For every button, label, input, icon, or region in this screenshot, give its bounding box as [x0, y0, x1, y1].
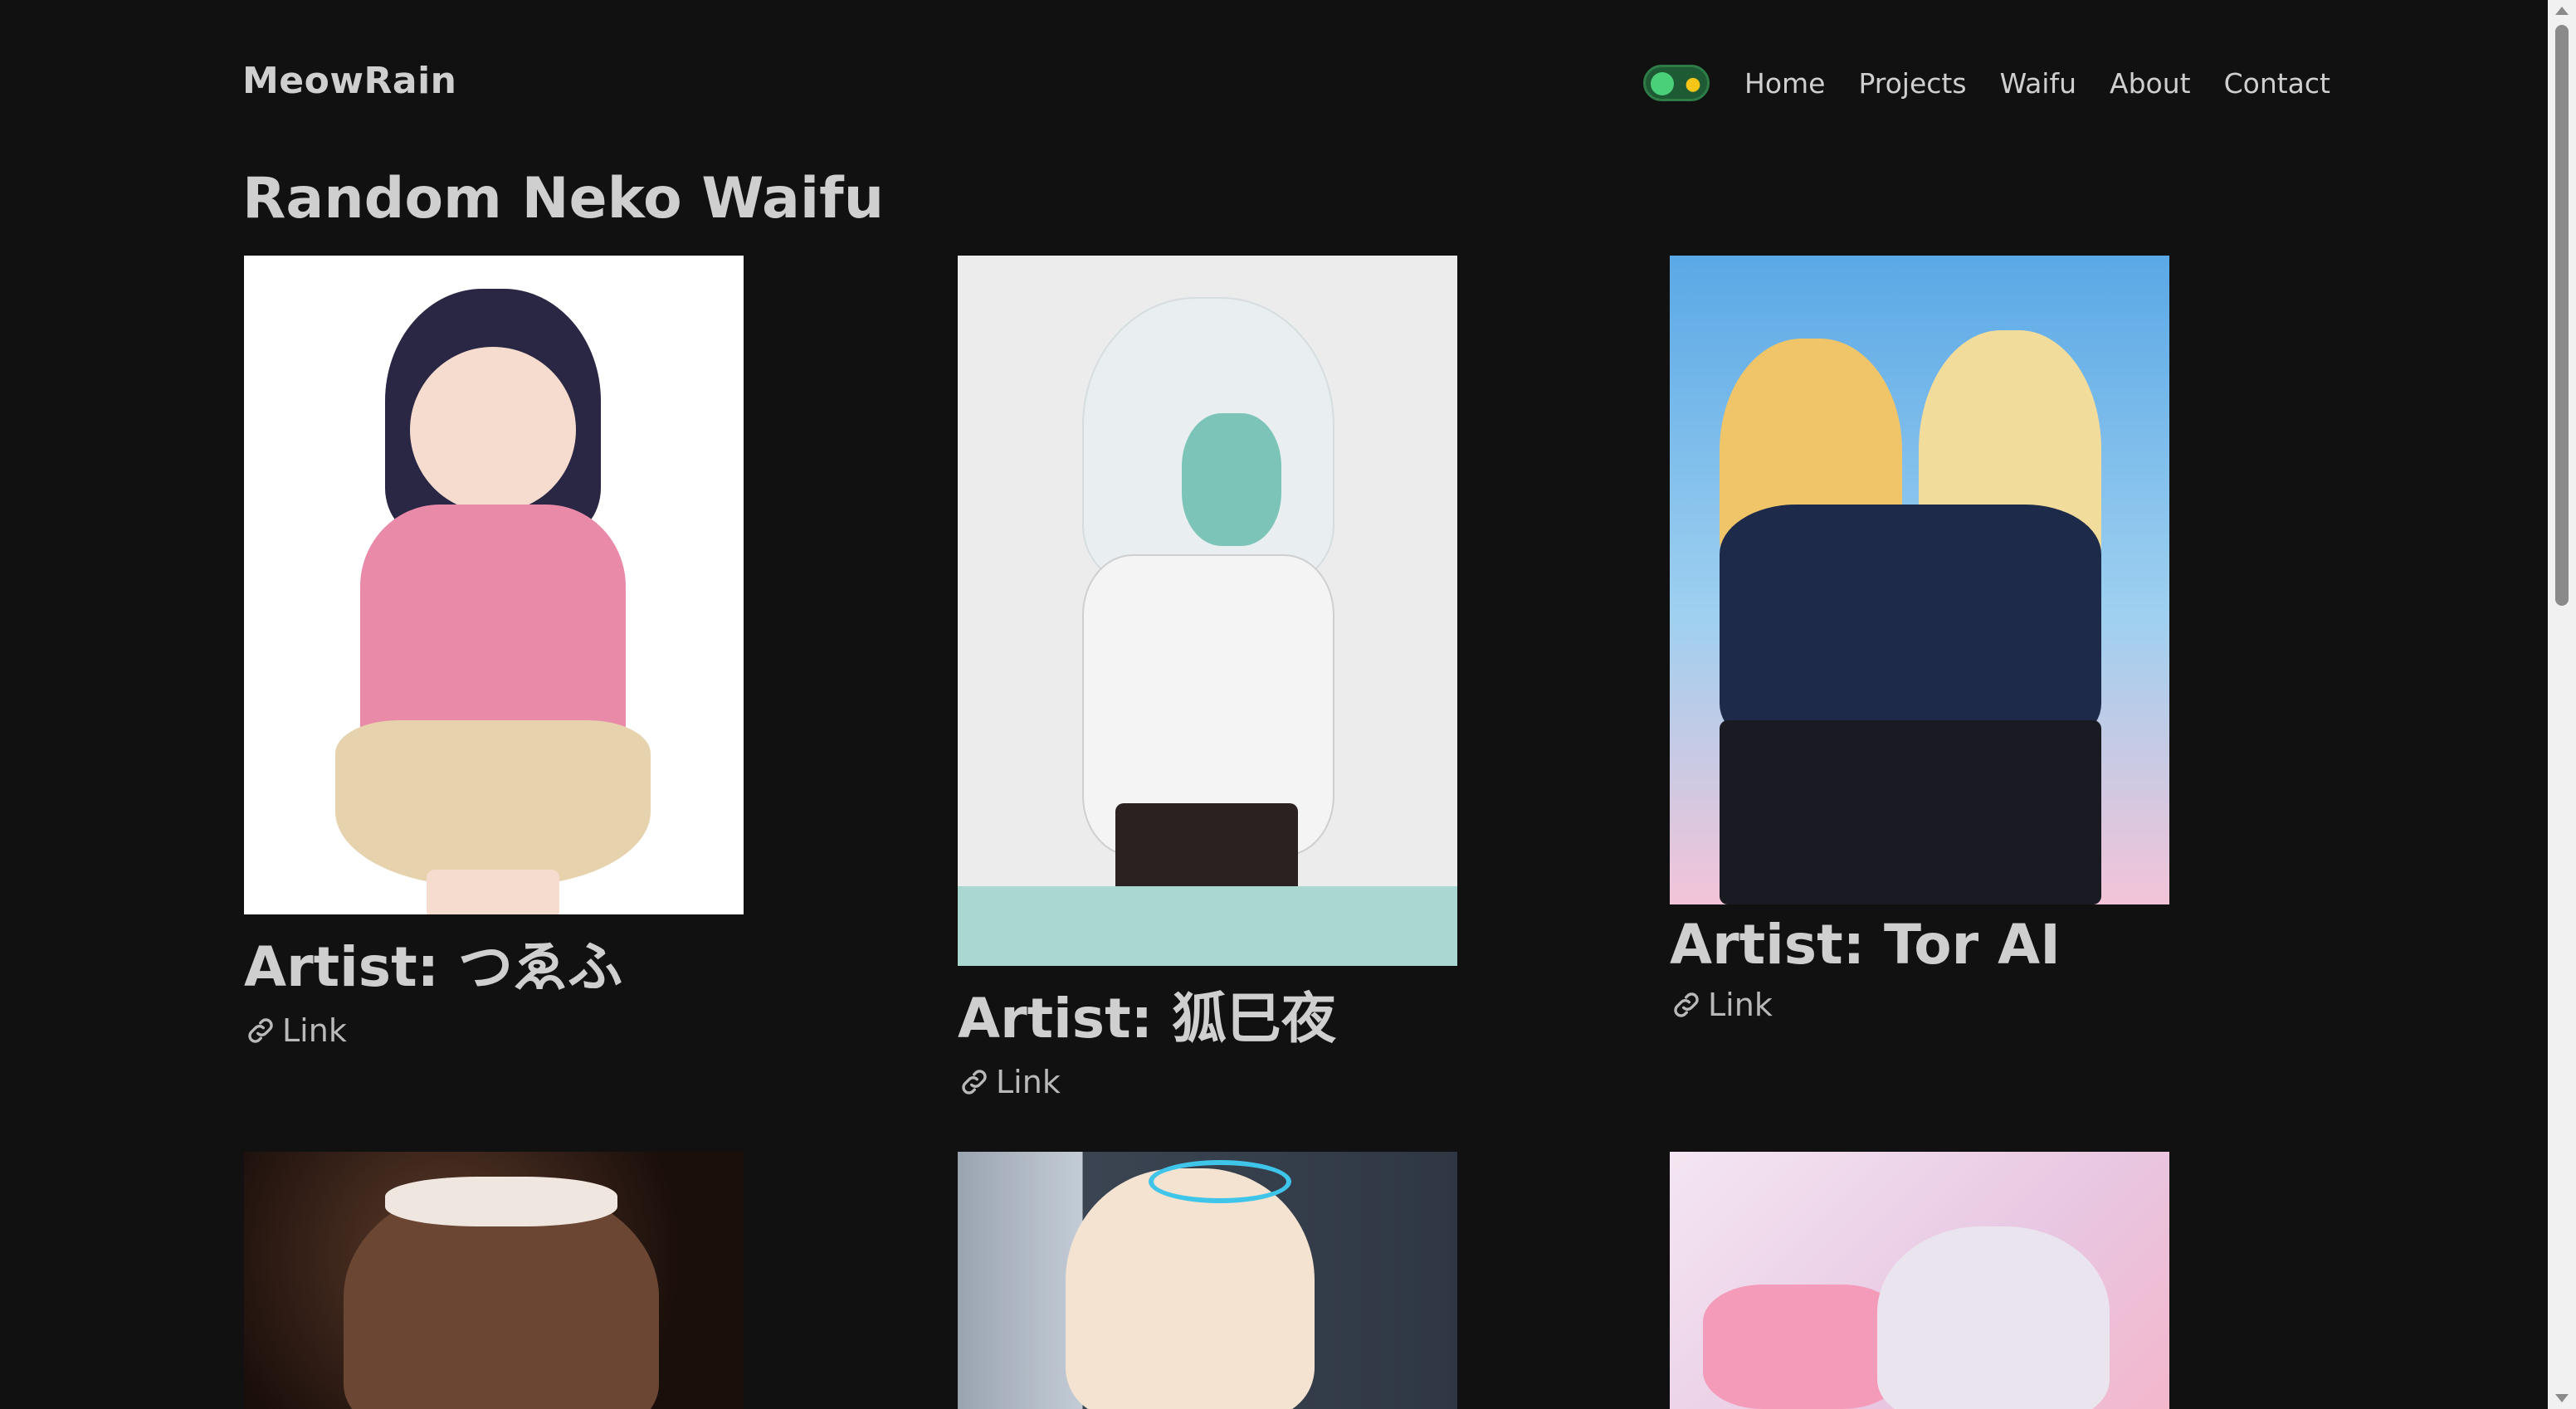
- link-icon: [248, 1018, 273, 1043]
- link-label: Link: [996, 1064, 1061, 1100]
- nav-about[interactable]: About: [2110, 67, 2191, 100]
- waifu-image[interactable]: [1670, 256, 2169, 904]
- waifu-card: Artist: Tor AI Link: [1670, 256, 2169, 1023]
- scrollbar[interactable]: [2548, 0, 2576, 1409]
- nav-waifu[interactable]: Waifu: [2000, 67, 2076, 100]
- site-brand[interactable]: MeowRain: [242, 60, 456, 102]
- theme-toggle[interactable]: ●: [1643, 65, 1710, 101]
- link-icon: [1674, 992, 1699, 1017]
- artist-link[interactable]: Link: [244, 1012, 744, 1049]
- page: MeowRain ● Home Projects Waifu About Con…: [0, 0, 2576, 1409]
- waifu-card: [1670, 1152, 2169, 1409]
- waifu-card: Artist: 狐巳夜 Link: [958, 256, 1457, 1100]
- nav-home[interactable]: Home: [1744, 67, 1825, 100]
- waifu-card: [958, 1152, 1457, 1409]
- waifu-image[interactable]: [244, 1152, 744, 1409]
- sun-icon: ●: [1685, 74, 1701, 95]
- toggle-knob: [1651, 72, 1674, 95]
- main-nav: ● Home Projects Waifu About Contact: [1643, 63, 2330, 103]
- link-label: Link: [1708, 987, 1773, 1023]
- link-icon: [962, 1070, 987, 1095]
- waifu-image[interactable]: [1670, 1152, 2169, 1409]
- artist-name: Artist: Tor AI: [1670, 913, 2061, 977]
- scroll-up-icon[interactable]: [2555, 7, 2569, 15]
- artist-name: Artist: 狐巳夜: [958, 987, 1337, 1051]
- nav-projects[interactable]: Projects: [1858, 67, 1966, 100]
- waifu-image[interactable]: [958, 256, 1457, 966]
- waifu-image[interactable]: [958, 1152, 1457, 1409]
- waifu-image[interactable]: [244, 256, 744, 914]
- artist-link[interactable]: Link: [958, 1064, 1457, 1100]
- waifu-card: [244, 1152, 744, 1409]
- scroll-down-icon[interactable]: [2555, 1394, 2569, 1402]
- page-title: Random Neko Waifu: [242, 166, 885, 232]
- artist-link[interactable]: Link: [1670, 987, 2169, 1023]
- waifu-card: Artist: つゑふ Link: [244, 256, 744, 1049]
- artist-name: Artist: つゑふ: [244, 935, 623, 999]
- nav-contact[interactable]: Contact: [2224, 67, 2330, 100]
- link-label: Link: [282, 1012, 347, 1049]
- scroll-thumb[interactable]: [2555, 25, 2569, 606]
